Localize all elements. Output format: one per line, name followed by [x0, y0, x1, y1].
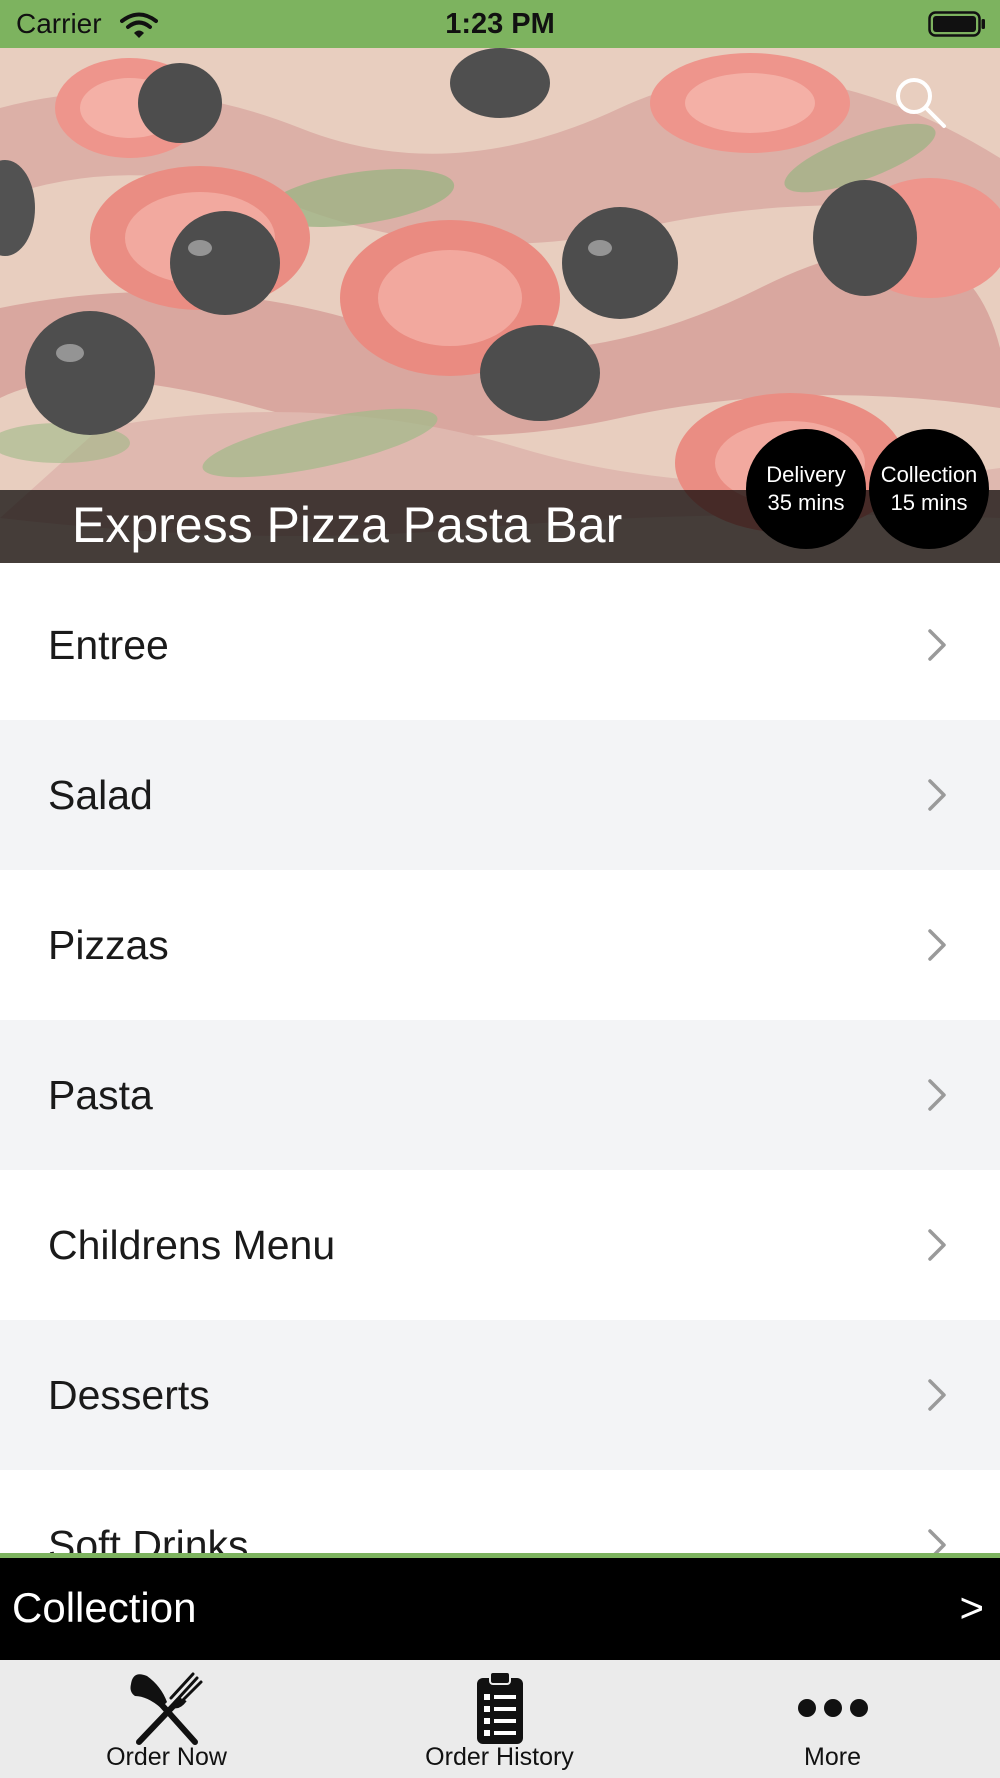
tab-label: More	[804, 1743, 861, 1771]
delivery-label: Delivery	[766, 462, 846, 487]
search-icon[interactable]	[892, 74, 948, 130]
fork-knife-icon	[130, 1672, 202, 1745]
chevron-right-icon	[928, 779, 946, 811]
clipboard-icon	[476, 1671, 523, 1744]
tab-order-history[interactable]: Order History	[333, 1660, 666, 1778]
menu-item-label: Childrens Menu	[48, 1221, 336, 1268]
menu-item-pizzas[interactable]: Pizzas	[0, 870, 1000, 1020]
tab-bar: Order Now Order History More	[0, 1660, 1000, 1778]
chevron-right-icon	[928, 1079, 946, 1111]
order-mode-label: Collection	[12, 1584, 197, 1631]
status-time: 1:23 PM	[445, 8, 555, 40]
order-mode-bar[interactable]: Collection >	[0, 1558, 1000, 1660]
ellipsis-icon	[797, 1699, 868, 1717]
order-mode-arrow: >	[959, 1584, 984, 1631]
menu-category-list: Entree Salad Pizzas Pasta Childrens Menu…	[0, 570, 1000, 1555]
battery-icon	[928, 11, 985, 37]
menu-item-label: Pizzas	[48, 921, 169, 968]
chevron-right-icon	[928, 1229, 946, 1261]
tab-label: Order History	[425, 1743, 574, 1771]
menu-item-salad[interactable]: Salad	[0, 720, 1000, 870]
menu-item-label: Salad	[48, 771, 153, 818]
menu-item-childrens-menu[interactable]: Childrens Menu	[0, 1170, 1000, 1320]
status-bar: Carrier 1:23 PM	[0, 0, 1000, 48]
menu-item-desserts[interactable]: Desserts	[0, 1320, 1000, 1470]
menu-item-label: Desserts	[48, 1371, 210, 1418]
chevron-right-icon	[928, 929, 946, 961]
tab-label: Order Now	[106, 1743, 227, 1771]
menu-item-label: Soft Drinks	[48, 1521, 249, 1556]
menu-item-entree[interactable]: Entree	[0, 570, 1000, 720]
chevron-right-icon	[928, 629, 946, 661]
collection-time-badge: Collection 15 mins	[869, 429, 989, 549]
menu-item-pasta[interactable]: Pasta	[0, 1020, 1000, 1170]
tab-more[interactable]: More	[666, 1660, 999, 1778]
collection-label: Collection	[880, 462, 978, 487]
collection-time: 15 mins	[890, 490, 968, 515]
delivery-time: 35 mins	[767, 490, 845, 515]
menu-item-label: Entree	[48, 621, 169, 668]
tab-order-now[interactable]: Order Now	[0, 1660, 333, 1778]
chevron-right-icon	[928, 1379, 946, 1411]
hero-banner: Express Pizza Pasta Bar Delivery 35 mins…	[0, 48, 1000, 563]
menu-item-soft-drinks[interactable]: Soft Drinks	[0, 1470, 1000, 1555]
delivery-time-badge: Delivery 35 mins	[746, 429, 866, 549]
menu-item-label: Pasta	[48, 1071, 153, 1118]
restaurant-name: Express Pizza Pasta Bar	[72, 497, 623, 553]
chevron-right-icon	[928, 1529, 946, 1555]
